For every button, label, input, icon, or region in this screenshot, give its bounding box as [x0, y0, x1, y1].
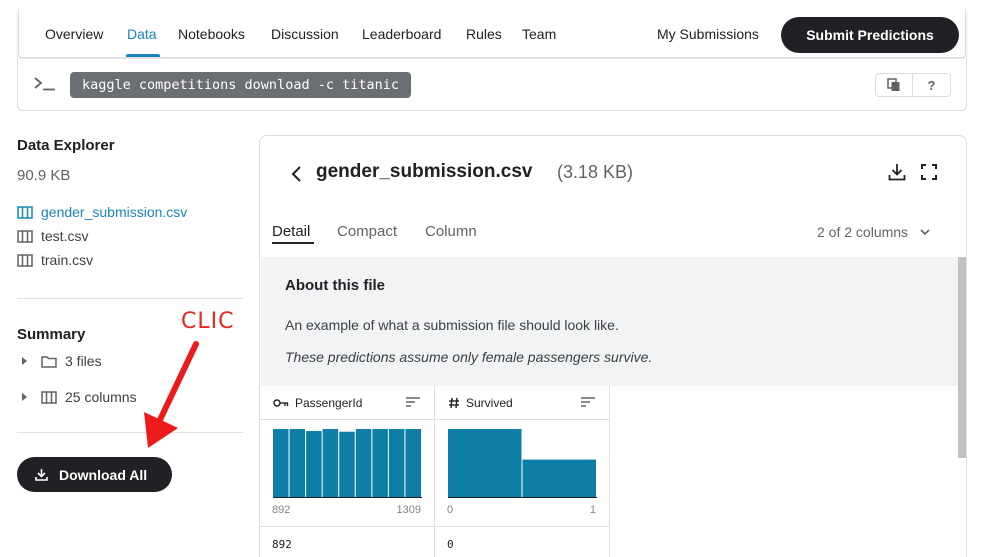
active-tab-indicator — [126, 54, 160, 57]
column-header[interactable]: PassengerId — [260, 386, 434, 420]
folder-icon — [41, 355, 57, 368]
histogram-chart — [448, 429, 597, 498]
table-icon — [17, 253, 33, 267]
submit-predictions-button[interactable]: Submit Predictions — [781, 17, 959, 53]
download-all-label: Download All — [59, 466, 148, 483]
sidebar-divider — [17, 432, 243, 433]
caret-right-icon — [22, 357, 27, 365]
chevron-down-icon — [920, 228, 930, 235]
sort-icon[interactable] — [406, 397, 420, 407]
data-explorer-title: Data Explorer — [17, 137, 115, 154]
back-arrow-icon[interactable] — [290, 165, 302, 183]
histogram-bar[interactable] — [339, 431, 355, 497]
api-command-text[interactable]: kaggle competitions download -c titanic — [70, 72, 411, 98]
file-name: gender_submission.csv — [41, 204, 188, 220]
histogram-bar[interactable] — [405, 429, 421, 497]
histogram-bar[interactable] — [388, 429, 405, 497]
column-passengerid: PassengerId 892 1309 892 — [260, 386, 435, 557]
tab-column[interactable]: Column — [425, 223, 477, 240]
caret-right-icon — [22, 393, 27, 401]
tab-overview[interactable]: Overview — [45, 26, 103, 42]
column-survived: Survived 0 1 0 — [435, 386, 610, 557]
tab-discussion[interactable]: Discussion — [271, 26, 339, 42]
tab-notebooks[interactable]: Notebooks — [178, 26, 245, 42]
api-command-bar: kaggle competitions download -c titanic … — [17, 59, 967, 111]
histogram-chart — [273, 429, 422, 498]
columns-icon — [41, 390, 57, 404]
fullscreen-icon[interactable] — [921, 164, 937, 180]
histogram-bar[interactable] — [322, 429, 339, 497]
tab-leaderboard[interactable]: Leaderboard — [362, 26, 441, 42]
table-cell: 892 — [272, 538, 292, 551]
tab-rules[interactable]: Rules — [466, 26, 502, 42]
file-item-gender-submission[interactable]: gender_submission.csv — [17, 204, 187, 220]
file-size: (3.18 KB) — [557, 162, 634, 182]
sidebar-divider — [17, 298, 243, 299]
column-count-label: 2 of 2 columns — [817, 224, 909, 240]
dataset-size: 90.9 KB — [17, 167, 71, 184]
about-description: An example of what a submission file sho… — [285, 317, 619, 333]
file-title: gender_submission.csv — [316, 161, 533, 182]
histogram-bar[interactable] — [289, 429, 306, 497]
about-title: About this file — [285, 277, 385, 294]
histogram-max: 1 — [589, 504, 596, 516]
histogram-bar[interactable] — [448, 429, 522, 497]
histogram-min: 0 — [447, 504, 454, 516]
hash-icon — [449, 397, 459, 408]
copy-icon — [887, 78, 900, 91]
column-header[interactable]: Survived — [435, 386, 609, 420]
sort-icon[interactable] — [581, 397, 595, 407]
help-button[interactable]: ? — [913, 73, 951, 97]
histogram-bar[interactable] — [372, 429, 388, 497]
tab-detail[interactable]: Detail — [272, 223, 310, 240]
summary-columns-label: 25 columns — [65, 389, 137, 405]
file-item-test[interactable]: test.csv — [17, 228, 88, 244]
table-icon — [17, 229, 33, 243]
file-name: train.csv — [41, 252, 94, 268]
competition-nav: Overview Data Notebooks Discussion Leade… — [18, 9, 966, 58]
key-icon — [273, 398, 289, 407]
tab-compact[interactable]: Compact — [337, 223, 397, 240]
copy-command-button[interactable] — [875, 73, 913, 97]
annotation-text: CLIC — [181, 309, 235, 334]
histogram-bar[interactable] — [355, 429, 372, 497]
histogram-bar[interactable] — [273, 429, 289, 497]
histogram-bar[interactable] — [522, 459, 597, 497]
row-divider — [435, 526, 609, 527]
column-count-dropdown[interactable]: 2 of 2 columns — [817, 224, 930, 240]
histogram-bar[interactable] — [306, 431, 322, 497]
file-preview-panel: gender_submission.csv (3.18 KB) Detail C… — [259, 135, 967, 557]
active-view-indicator — [272, 242, 314, 244]
annotation-arrow-icon — [144, 341, 199, 448]
table-cell: 0 — [447, 538, 454, 551]
tab-team[interactable]: Team — [522, 26, 556, 42]
my-submissions-link[interactable]: My Submissions — [657, 26, 759, 42]
histogram-max: 1309 — [396, 504, 421, 516]
summary-columns-item[interactable]: 25 columns — [22, 389, 137, 405]
download-icon — [35, 469, 48, 481]
file-item-train[interactable]: train.csv — [17, 252, 93, 268]
about-file-section: About this file An example of what a sub… — [261, 257, 958, 386]
terminal-icon — [34, 77, 55, 91]
column-name: Survived — [466, 395, 513, 410]
download-all-button[interactable]: Download All — [17, 457, 172, 492]
column-name: PassengerId — [295, 395, 363, 410]
scrollbar[interactable] — [958, 257, 966, 458]
tab-data[interactable]: Data — [127, 26, 157, 42]
histogram-min: 892 — [272, 504, 291, 516]
download-icon[interactable] — [888, 163, 906, 181]
table-icon — [17, 205, 33, 219]
summary-files-label: 3 files — [65, 353, 102, 369]
about-note: These predictions assume only female pas… — [285, 349, 653, 365]
row-divider — [260, 526, 434, 527]
file-name: test.csv — [41, 228, 89, 244]
summary-title: Summary — [17, 326, 86, 343]
summary-files-item[interactable]: 3 files — [22, 353, 102, 369]
